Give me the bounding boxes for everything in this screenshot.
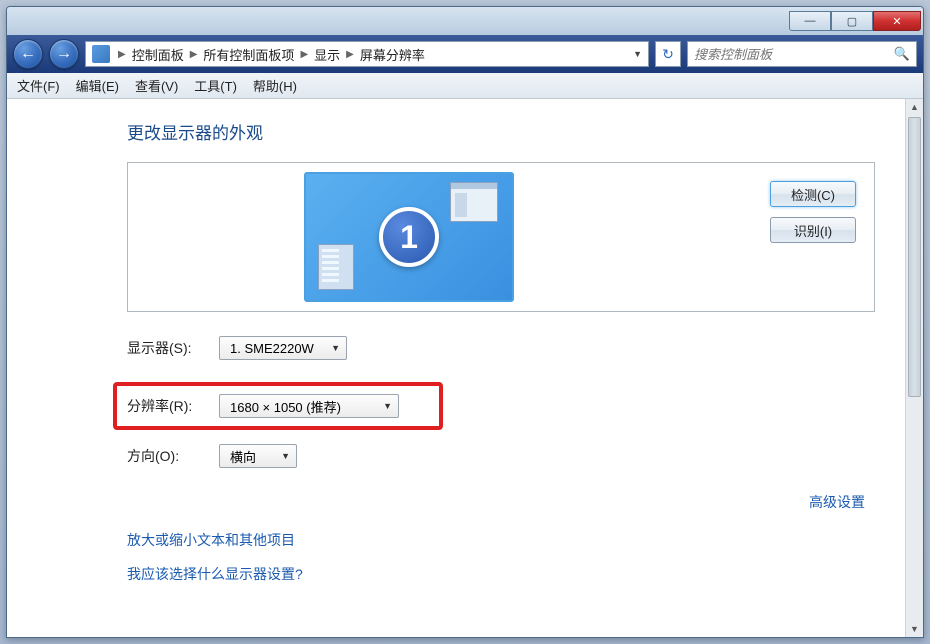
search-icon: 🔍 [894,46,910,62]
scrollbar-thumb[interactable] [908,117,921,397]
chevron-down-icon: ▼ [281,451,290,461]
orientation-row: 方向(O): 横向 ▼ [127,444,875,468]
vertical-scrollbar[interactable]: ▲ ▼ [905,99,923,637]
identify-button[interactable]: 识别(I) [770,217,856,243]
resolution-row: 分辨率(R): 1680 × 1050 (推荐) ▼ [113,382,443,430]
control-panel-icon [92,45,110,63]
forward-arrow-icon: → [56,45,72,63]
search-box[interactable]: 🔍 [687,41,917,67]
which-settings-link[interactable]: 我应该选择什么显示器设置? [127,566,303,582]
orientation-label: 方向(O): [127,446,219,466]
resolution-dropdown[interactable]: 1680 × 1050 (推荐) ▼ [219,394,399,418]
link-block: 我应该选择什么显示器设置? [127,564,875,584]
page-title: 更改显示器的外观 [127,119,875,144]
resolution-value: 1680 × 1050 (推荐) [230,397,341,416]
menu-tools[interactable]: 工具(T) [194,76,237,95]
menu-file[interactable]: 文件(F) [17,76,60,95]
chevron-down-icon: ▼ [331,343,340,353]
chevron-down-icon[interactable]: ▼ [633,49,642,59]
back-arrow-icon: ← [20,45,36,63]
refresh-button[interactable]: ↻ [655,41,681,67]
minimize-button[interactable]: — [789,11,831,31]
monitor-number-badge: 1 [379,207,439,267]
content: 更改显示器的外观 1 检测(C) 识别(I) 显示器(S): 1. SME222… [7,99,905,637]
orientation-value: 横向 [230,447,256,466]
monitor-side-buttons: 检测(C) 识别(I) [770,181,856,243]
breadcrumb-item[interactable]: 控制面板 [130,45,186,64]
chevron-right-icon: ▶ [190,49,198,60]
advanced-link-row: 高级设置 [127,492,875,512]
chevron-right-icon: ▶ [118,49,126,60]
breadcrumb-end: ▼ [633,49,646,59]
chevron-right-icon: ▶ [346,49,354,60]
search-input[interactable] [694,47,894,62]
forward-button[interactable]: → [49,39,79,69]
display-label: 显示器(S): [127,338,219,358]
navigation-bar: ← → ▶ 控制面板 ▶ 所有控制面板项 ▶ 显示 ▶ 屏幕分辨率 ▼ ↻ 🔍 [7,35,923,73]
maximize-button[interactable]: ▢ [831,11,873,31]
scroll-up-arrow-icon[interactable]: ▲ [906,99,923,115]
title-blur-text [17,14,20,28]
detect-button[interactable]: 检测(C) [770,181,856,207]
breadcrumb[interactable]: ▶ 控制面板 ▶ 所有控制面板项 ▶ 显示 ▶ 屏幕分辨率 ▼ [85,41,649,67]
chevron-right-icon: ▶ [300,49,308,60]
menu-view[interactable]: 查看(V) [135,76,178,95]
breadcrumb-item[interactable]: 显示 [312,45,342,64]
resolution-label: 分辨率(R): [127,396,219,416]
monitor-panel: 1 检测(C) 识别(I) [127,162,875,312]
back-button[interactable]: ← [13,39,43,69]
title-bar-left [9,14,789,28]
scroll-down-arrow-icon[interactable]: ▼ [906,621,923,637]
window-controls: — ▢ ✕ [789,11,921,31]
orientation-dropdown[interactable]: 横向 ▼ [219,444,297,468]
menu-help[interactable]: 帮助(H) [253,76,297,95]
breadcrumb-item[interactable]: 所有控制面板项 [201,45,296,64]
text-size-link[interactable]: 放大或缩小文本和其他项目 [127,532,295,548]
refresh-icon: ↻ [662,46,674,63]
display-value: 1. SME2220W [230,341,314,356]
close-button[interactable]: ✕ [873,11,921,31]
link-block: 放大或缩小文本和其他项目 [127,530,875,550]
display-row: 显示器(S): 1. SME2220W ▼ [127,336,875,360]
chevron-down-icon: ▼ [383,401,392,411]
menu-edit[interactable]: 编辑(E) [76,76,119,95]
menu-bar: 文件(F) 编辑(E) 查看(V) 工具(T) 帮助(H) [7,73,923,99]
preview-window-icon [450,182,498,222]
preview-window-icon [318,244,354,290]
window-frame: — ▢ ✕ ← → ▶ 控制面板 ▶ 所有控制面板项 ▶ 显示 ▶ 屏幕分辨率 … [6,6,924,638]
advanced-settings-link[interactable]: 高级设置 [809,494,865,510]
breadcrumb-item[interactable]: 屏幕分辨率 [358,45,427,64]
title-bar: — ▢ ✕ [7,7,923,35]
content-area: 更改显示器的外观 1 检测(C) 识别(I) 显示器(S): 1. SME222… [7,99,923,637]
display-dropdown[interactable]: 1. SME2220W ▼ [219,336,347,360]
monitor-preview[interactable]: 1 [304,172,514,302]
